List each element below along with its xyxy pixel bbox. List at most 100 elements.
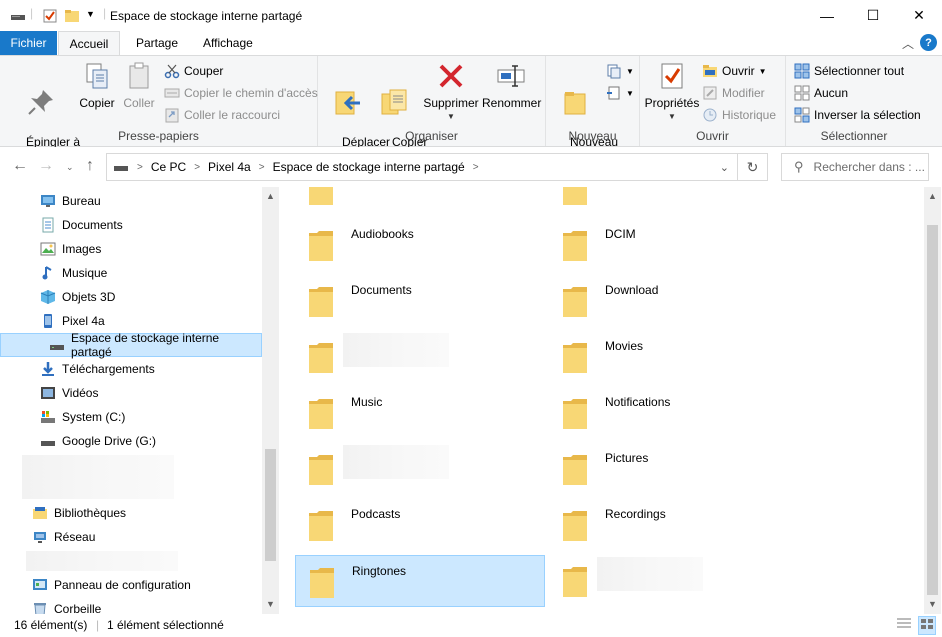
nav-item-corbeille[interactable]: Corbeille: [0, 597, 262, 614]
folder-tile[interactable]: [295, 331, 545, 383]
folder-tile[interactable]: Music: [295, 387, 545, 439]
breadcrumb-storage[interactable]: Espace de stockage interne partagé: [273, 160, 465, 174]
select-all-button[interactable]: Sélectionner tout: [794, 61, 904, 81]
copy-button[interactable]: Copier: [76, 60, 118, 110]
nav-label: Bureau: [62, 194, 101, 208]
scroll-up-icon[interactable]: ▲: [262, 191, 279, 201]
large-icons-view-icon[interactable]: [918, 616, 936, 635]
nav-label: Panneau de configuration: [54, 578, 191, 592]
nav-item-videos[interactable]: Vidéos: [0, 381, 262, 405]
folder-tile[interactable]: Download: [549, 275, 799, 327]
nav-item-google-drive[interactable]: Google Drive (G:): [0, 429, 262, 453]
window-title: Espace de stockage interne partagé: [110, 9, 303, 23]
folder-icon: [310, 568, 334, 598]
recent-locations-icon[interactable]: ⌄: [66, 162, 74, 173]
minimize-button[interactable]: —: [804, 0, 850, 31]
clipboard-group: Épingler à Accès rapide Copier Coller Co…: [0, 56, 318, 162]
new-folder-quick-icon[interactable]: [64, 8, 80, 24]
nav-item-documents[interactable]: Documents: [0, 213, 262, 237]
scissors-icon: [164, 64, 180, 79]
folder-tile[interactable]: Documents: [295, 275, 545, 327]
open-button[interactable]: Ouvrir ▼: [702, 61, 767, 81]
scroll-up-icon[interactable]: ▲: [924, 191, 941, 201]
close-button[interactable]: ✕: [896, 0, 942, 31]
nav-item-objets-3d[interactable]: Objets 3D: [0, 285, 262, 309]
address-bar[interactable]: > Ce PC > Pixel 4a > Espace de stockage …: [106, 153, 768, 181]
nav-item-storage[interactable]: Espace de stockage interne partagé: [0, 331, 262, 359]
folder-tile[interactable]: DCIM: [549, 219, 799, 271]
nav-item-bibliotheques[interactable]: Bibliothèques: [0, 501, 262, 525]
new-item-button[interactable]: ▼: [606, 61, 634, 81]
address-dropdown-icon[interactable]: ⌄: [720, 161, 729, 174]
paste-button[interactable]: Coller: [118, 60, 160, 110]
forward-arrow-icon[interactable]: →: [38, 157, 54, 175]
paste-shortcut-button[interactable]: Coller le raccourci: [164, 105, 280, 125]
search-box[interactable]: ⚲ Rechercher dans : ...: [781, 153, 929, 181]
breadcrumb-pixel-4a[interactable]: Pixel 4a: [208, 160, 251, 174]
nav-item-telechargements[interactable]: Téléchargements: [0, 357, 262, 381]
invert-selection-label: Inverser la sélection: [814, 108, 921, 122]
content-scrollbar[interactable]: ▲ ▼: [924, 187, 941, 614]
easy-access-dropdown-icon: ▼: [626, 88, 634, 98]
tab-fichier[interactable]: Fichier: [0, 31, 57, 55]
folder-tile[interactable]: Alarms: [295, 187, 545, 215]
tab-partage[interactable]: Partage: [126, 31, 188, 55]
edit-button[interactable]: Modifier: [702, 83, 765, 103]
up-arrow-icon[interactable]: ↑: [86, 157, 94, 175]
nav-item-musique[interactable]: Musique: [0, 261, 262, 285]
history-button[interactable]: Historique: [702, 105, 776, 125]
properties-button[interactable]: Propriétés ▼: [644, 60, 700, 123]
back-arrow-icon[interactable]: ←: [12, 157, 28, 175]
rename-icon: [497, 65, 525, 87]
help-icon[interactable]: ?: [920, 34, 937, 51]
quick-access-dropdown-icon[interactable]: ▼: [86, 9, 95, 25]
folder-tile[interactable]: Ringtones: [295, 555, 545, 607]
folder-tile[interactable]: [549, 555, 799, 607]
invert-selection-button[interactable]: Inverser la sélection: [794, 105, 921, 125]
delete-button[interactable]: Supprimer ▼: [422, 60, 480, 123]
folder-tile[interactable]: [295, 443, 545, 495]
select-none-button[interactable]: Aucun: [794, 83, 848, 103]
easy-access-button[interactable]: ▼: [606, 83, 634, 103]
folder-tile[interactable]: Recordings: [549, 499, 799, 551]
refresh-icon[interactable]: ↻: [737, 154, 767, 180]
collapse-ribbon-icon[interactable]: ︿: [902, 35, 914, 52]
folder-tile[interactable]: Notifications: [549, 387, 799, 439]
copy-path-button[interactable]: Copier le chemin d'accès: [164, 83, 318, 103]
tab-accueil[interactable]: Accueil: [58, 31, 120, 56]
folder-icon: [309, 287, 333, 317]
nav-item-pixel-4a[interactable]: Pixel 4a: [0, 309, 262, 333]
nav-item-reseau[interactable]: Réseau: [0, 525, 262, 549]
scroll-down-icon[interactable]: ▼: [262, 599, 279, 609]
folder-tile[interactable]: Audiobooks: [295, 219, 545, 271]
nav-item-panneau-configuration[interactable]: Panneau de configuration: [0, 573, 262, 597]
content-scrollbar-thumb[interactable]: [927, 225, 938, 595]
folder-tile[interactable]: Pictures: [549, 443, 799, 495]
status-bar: 16 élément(s) | 1 élément sélectionné: [0, 614, 942, 637]
recycle-bin-icon: [34, 603, 46, 614]
clipboard-group-label: Presse-papiers: [118, 129, 199, 143]
copy-label: Copier: [79, 96, 115, 110]
breadcrumb-ce-pc[interactable]: Ce PC: [151, 160, 186, 174]
properties-quick-icon[interactable]: [42, 8, 58, 24]
redacted-name: [343, 445, 449, 479]
maximize-button[interactable]: ☐: [850, 0, 896, 31]
invert-selection-icon: [794, 107, 810, 123]
nav-scrollbar[interactable]: ▲ ▼: [262, 187, 279, 614]
scroll-down-icon[interactable]: ▼: [924, 599, 941, 609]
details-view-icon[interactable]: [896, 617, 912, 634]
nav-scrollbar-thumb[interactable]: [265, 449, 276, 561]
folder-tile[interactable]: Podcasts: [295, 499, 545, 551]
nav-item-bureau[interactable]: Bureau: [0, 189, 262, 213]
nav-item-system-c[interactable]: System (C:): [0, 405, 262, 429]
selected-count: 1 élément sélectionné: [107, 618, 224, 632]
folder-tile[interactable]: Android: [549, 187, 799, 215]
cut-button[interactable]: Couper: [164, 61, 223, 81]
folder-icon: [563, 187, 587, 205]
folder-tile[interactable]: Movies: [549, 331, 799, 383]
rename-button[interactable]: Renommer: [482, 60, 542, 110]
nav-item-images[interactable]: Images: [0, 237, 262, 261]
tab-affichage[interactable]: Affichage: [193, 31, 263, 55]
rename-label: Renommer: [482, 96, 542, 110]
address-row: ← → ⌄ ↑ > Ce PC > Pixel 4a > Espace de s…: [0, 147, 942, 187]
